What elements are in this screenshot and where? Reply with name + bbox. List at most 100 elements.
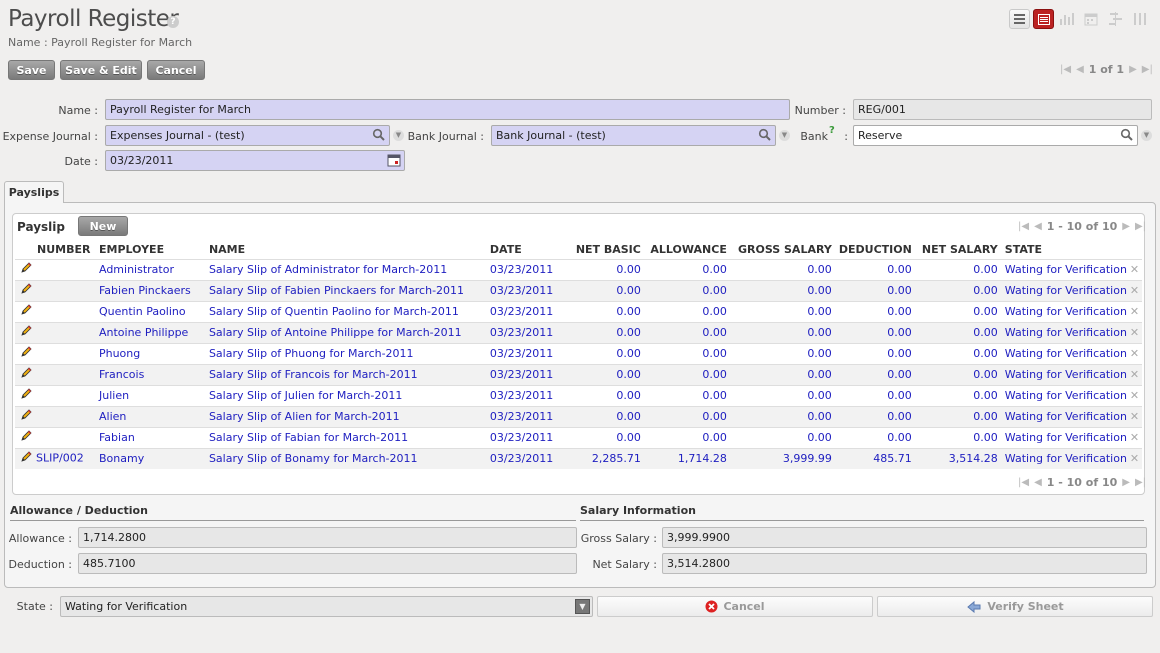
cell-employee[interactable]: Quentin Paolino — [99, 301, 209, 322]
column-header[interactable]: NET BASIC — [556, 240, 641, 259]
cell-name[interactable]: Salary Slip of Alien for March-2011 — [209, 406, 490, 427]
cell-gross-salary[interactable]: 0.00 — [727, 280, 832, 301]
cell-date[interactable]: 03/23/2011 — [490, 427, 557, 448]
cell-name[interactable]: Salary Slip of Fabien Pinckaers for Marc… — [209, 280, 490, 301]
cell-employee[interactable]: Julien — [99, 385, 209, 406]
bank-journal-field[interactable]: Bank Journal - (test) — [491, 125, 776, 146]
column-header[interactable]: GROSS SALARY — [726, 240, 832, 259]
cell-net-basic[interactable]: 0.00 — [557, 322, 641, 343]
cell-employee[interactable]: Alien — [99, 406, 209, 427]
cell-net-salary[interactable]: 0.00 — [912, 259, 998, 280]
last-page-icon[interactable]: ▶| — [1135, 221, 1146, 232]
cell-employee[interactable]: Administrator — [99, 259, 209, 280]
first-page-icon[interactable]: |◀ — [1060, 64, 1071, 75]
pencil-icon[interactable] — [20, 430, 32, 445]
tab-payslips[interactable]: Payslips — [4, 181, 64, 203]
column-header[interactable]: ALLOWANCE — [640, 240, 727, 259]
cell-net-basic[interactable]: 0.00 — [557, 385, 641, 406]
table-row[interactable]: Julien Salary Slip of Julien for March-20… — [15, 385, 1142, 406]
column-header[interactable]: NAME — [208, 240, 490, 259]
table-row[interactable]: Administrator Salary Slip of Administrato… — [15, 259, 1142, 280]
cell-name[interactable]: Salary Slip of Bonamy for March-2011 — [209, 448, 490, 469]
cell-gross-salary[interactable]: 0.00 — [727, 322, 832, 343]
verify-sheet-button[interactable]: Verify Sheet — [877, 596, 1153, 617]
cell-net-salary[interactable]: 0.00 — [912, 301, 998, 322]
first-page-icon[interactable]: |◀ — [1018, 477, 1029, 488]
table-row[interactable]: Francois Salary Slip of Francois for Marc… — [15, 364, 1142, 385]
cell-net-salary[interactable]: 0.00 — [912, 364, 998, 385]
new-payslip-button[interactable]: New — [78, 216, 128, 236]
delete-icon[interactable]: ✕ — [1127, 385, 1142, 406]
cell-gross-salary[interactable]: 0.00 — [727, 406, 832, 427]
cell-name[interactable]: Salary Slip of Phuong for March-2011 — [209, 343, 490, 364]
delete-icon[interactable]: ✕ — [1127, 301, 1142, 322]
pencil-icon[interactable] — [20, 304, 32, 319]
pencil-icon[interactable] — [20, 262, 32, 277]
cell-allowance[interactable]: 0.00 — [641, 427, 727, 448]
cell-net-basic[interactable]: 0.00 — [557, 280, 641, 301]
pencil-icon[interactable] — [20, 388, 32, 403]
table-row[interactable]: Alien Salary Slip of Alien for March-2011… — [15, 406, 1142, 427]
cell-net-basic[interactable]: 0.00 — [557, 364, 641, 385]
cell-state[interactable]: Wating for Verification — [998, 427, 1127, 448]
cell-deduction[interactable]: 0.00 — [832, 322, 912, 343]
cell-state[interactable]: Wating for Verification — [998, 343, 1127, 364]
cell-deduction[interactable]: 0.00 — [832, 406, 912, 427]
number-field[interactable]: REG/001 — [853, 99, 1152, 120]
gantt-view-button[interactable] — [1108, 12, 1124, 29]
delete-icon[interactable]: ✕ — [1127, 364, 1142, 385]
cell-name[interactable]: Salary Slip of Francois for March-2011 — [209, 364, 490, 385]
first-page-icon[interactable]: |◀ — [1018, 221, 1029, 232]
cell-name[interactable]: Salary Slip of Administrator for March-2… — [209, 259, 490, 280]
cell-date[interactable]: 03/23/2011 — [490, 322, 557, 343]
cell-net-basic[interactable]: 0.00 — [557, 301, 641, 322]
prev-page-icon[interactable]: ◀ — [1034, 221, 1042, 232]
column-header[interactable]: EMPLOYEE — [98, 240, 209, 259]
last-page-icon[interactable]: ▶| — [1142, 64, 1153, 75]
cell-allowance[interactable]: 1,714.28 — [641, 448, 727, 469]
column-header[interactable]: DATE — [489, 240, 557, 259]
date-field[interactable]: 03/23/2011 — [105, 150, 405, 171]
cell-net-salary[interactable]: 0.00 — [912, 343, 998, 364]
next-page-icon[interactable]: ▶ — [1122, 221, 1130, 232]
cell-gross-salary[interactable]: 0.00 — [727, 385, 832, 406]
cell-deduction[interactable]: 0.00 — [832, 427, 912, 448]
cell-gross-salary[interactable]: 0.00 — [727, 259, 832, 280]
cell-date[interactable]: 03/23/2011 — [490, 385, 557, 406]
cell-name[interactable]: Salary Slip of Julien for March-2011 — [209, 385, 490, 406]
delete-icon[interactable]: ✕ — [1127, 259, 1142, 280]
cell-net-basic[interactable]: 0.00 — [557, 427, 641, 448]
graph-view-button[interactable] — [1059, 12, 1075, 29]
pencil-icon[interactable] — [20, 409, 32, 424]
allowance-field[interactable]: 1,714.2800 — [78, 527, 577, 548]
kanban-view-button[interactable] — [1133, 12, 1147, 29]
cell-state[interactable]: Wating for Verification — [998, 364, 1127, 385]
cell-net-basic[interactable]: 0.00 — [557, 259, 641, 280]
save-edit-button[interactable]: Save & Edit — [60, 60, 142, 80]
table-row[interactable]: Phuong Salary Slip of Phuong for March-20… — [15, 343, 1142, 364]
cell-net-salary[interactable]: 0.00 — [912, 280, 998, 301]
delete-icon[interactable]: ✕ — [1127, 343, 1142, 364]
deduction-field[interactable]: 485.7100 — [78, 553, 577, 574]
cell-employee[interactable]: Francois — [99, 364, 209, 385]
cell-allowance[interactable]: 0.00 — [641, 280, 727, 301]
cell-gross-salary[interactable]: 0.00 — [727, 301, 832, 322]
cell-deduction[interactable]: 0.00 — [832, 364, 912, 385]
cell-allowance[interactable]: 0.00 — [641, 322, 727, 343]
cell-date[interactable]: 03/23/2011 — [490, 280, 557, 301]
chevron-down-icon[interactable]: ▼ — [1141, 130, 1152, 141]
cell-gross-salary[interactable]: 0.00 — [727, 364, 832, 385]
save-button[interactable]: Save — [8, 60, 55, 80]
list-view-button[interactable] — [1009, 9, 1030, 29]
delete-icon[interactable]: ✕ — [1127, 322, 1142, 343]
cell-name[interactable]: Salary Slip of Quentin Paolino for March… — [209, 301, 490, 322]
cell-state[interactable]: Wating for Verification — [998, 280, 1127, 301]
search-icon[interactable] — [372, 128, 386, 142]
cell-deduction[interactable]: 0.00 — [832, 280, 912, 301]
cell-employee[interactable]: Fabien Pinckaers — [99, 280, 209, 301]
prev-page-icon[interactable]: ◀ — [1076, 64, 1084, 75]
table-row[interactable]: Fabien Pinckaers Salary Slip of Fabien Pi… — [15, 280, 1142, 301]
next-page-icon[interactable]: ▶ — [1122, 477, 1130, 488]
cell-state[interactable]: Wating for Verification — [998, 448, 1127, 469]
cell-allowance[interactable]: 0.00 — [641, 259, 727, 280]
